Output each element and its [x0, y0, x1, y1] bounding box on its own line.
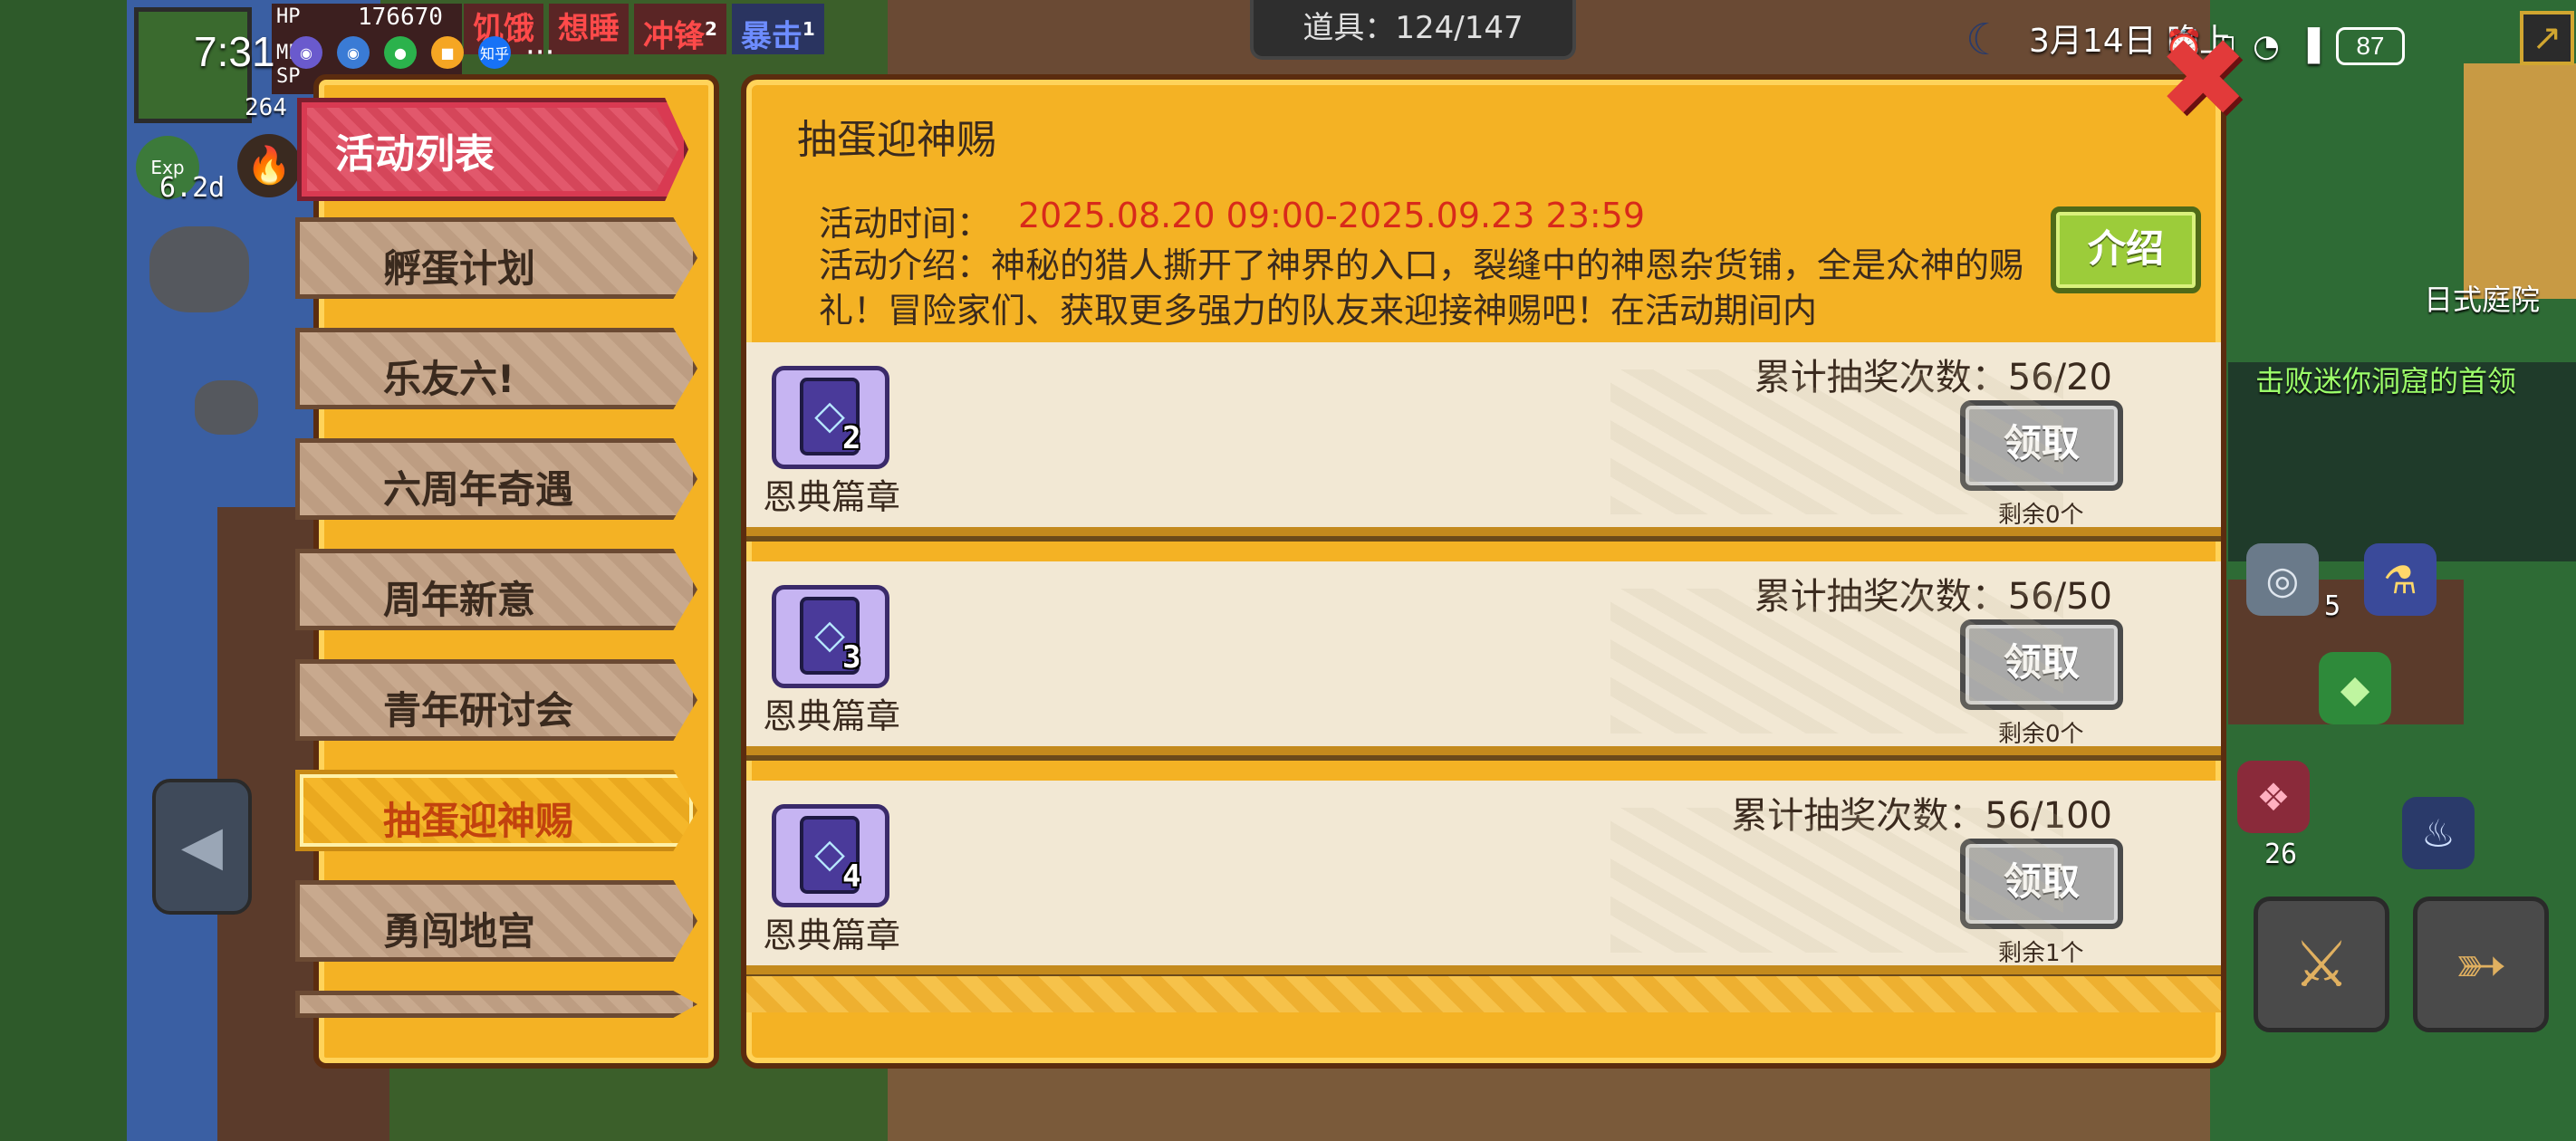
activity-item-label: 乐友六! — [383, 357, 515, 401]
reward-row: ◇ 2 恩典篇章 累计抽奖次数：56/20 领取 剩余0个 — [746, 342, 2221, 536]
activity-description: 活动介绍：神秘的猎人撕开了神界的入口，裂缝中的神恩杂货铺，全是众神的赐礼！冒险家… — [819, 245, 2024, 331]
reward-name: 恩典篇章 — [763, 916, 901, 955]
intro-button[interactable]: 介绍 — [2051, 206, 2201, 293]
sword-skill-icon[interactable]: ⚔ — [2254, 896, 2389, 1032]
item-count: 5 — [2324, 590, 2341, 622]
status-time: 7:31 — [194, 28, 275, 75]
bow-skill-icon[interactable]: ➳ — [2413, 896, 2549, 1032]
draw-count: 累计抽奖次数：56/100 — [1731, 795, 2112, 837]
rock — [195, 380, 258, 435]
activity-detail-panel: 抽蛋迎神赐 活动时间： 2025.08.20 09:00-2025.09.23 … — [741, 74, 2226, 1069]
activity-list-title: 活动列表 — [335, 131, 495, 177]
potion-icon[interactable]: ⚗ — [2364, 543, 2437, 616]
panel-bottom-decoration — [746, 976, 2221, 1012]
quest-tracker[interactable]: 击败迷你洞窟的首领 — [2255, 359, 2516, 400]
remaining-count: 剩余0个 — [1998, 721, 2084, 748]
claim-button[interactable]: 领取 — [1960, 619, 2123, 710]
fire-icon[interactable]: 🔥 — [237, 134, 301, 197]
remaining-count: 剩余1个 — [1998, 940, 2084, 967]
exp-time: 6.2d — [159, 172, 226, 204]
draw-count: 累计抽奖次数：56/20 — [1754, 357, 2112, 398]
notification-icons: ◉ ◉ ● ■ 知乎 ··· — [290, 36, 554, 69]
close-icon[interactable]: ✖ — [2158, 25, 2249, 134]
activity-item-label: 抽蛋迎神赐 — [383, 799, 574, 843]
gift-icon[interactable]: ❖ — [2237, 761, 2310, 833]
claim-button[interactable]: 领取 — [1960, 839, 2123, 929]
wifi-icon: ◔ — [2253, 28, 2280, 64]
activity-item-label: 青年研讨会 — [383, 688, 574, 733]
activity-item-label: 周年新意 — [383, 578, 536, 622]
signal-icon: ▐ — [2295, 28, 2320, 64]
reward-name: 恩典篇章 — [763, 477, 901, 517]
dpad-left-icon[interactable]: ◀ — [152, 779, 252, 915]
activity-item-le-you-liu[interactable]: 乐友六! — [295, 328, 697, 409]
draw-count: 累计抽奖次数：56/50 — [1754, 576, 2112, 618]
reward-row: ◇ 4 恩典篇章 累计抽奖次数：56/100 领取 剩余1个 — [746, 781, 2221, 974]
card-icon[interactable]: ◇ — [772, 804, 889, 907]
activity-time-label: 活动时间： — [819, 204, 992, 244]
reward-quantity: 3 — [842, 639, 861, 676]
activity-item-label: 勇闯地宫 — [383, 909, 536, 954]
remaining-count: 剩余0个 — [1998, 502, 2084, 529]
reward-name: 恩典篇章 — [763, 696, 901, 736]
grass-area — [0, 0, 127, 1141]
wechat-icon: ● — [384, 36, 417, 69]
reward-row: ◇ 3 恩典篇章 累计抽奖次数：56/50 领取 剩余0个 — [746, 561, 2221, 755]
activity-item-label: 孵蛋计划 — [383, 246, 536, 291]
activity-item-partial[interactable] — [295, 991, 697, 1018]
reward-quantity: 4 — [842, 858, 861, 895]
activity-title: 抽蛋迎神赐 — [797, 117, 996, 163]
gift-count: 26 — [2264, 839, 2298, 870]
activity-item-youth-seminar[interactable]: 青年研讨会 — [295, 659, 697, 741]
activity-item-anniversary-new[interactable]: 周年新意 — [295, 549, 697, 630]
app-notification-icon: ◉ — [290, 36, 322, 69]
battery-icon: 87 — [2335, 27, 2405, 65]
flame-skill-icon[interactable]: ♨ — [2402, 797, 2475, 869]
activity-item-dungeon[interactable]: 勇闯地宫 — [295, 880, 697, 962]
app-notification-icon: ◉ — [337, 36, 370, 69]
gem-icon[interactable]: ◆ — [2319, 652, 2391, 724]
camera-icon[interactable]: ◎ — [2246, 543, 2319, 616]
zhihu-icon: 知乎 — [478, 36, 511, 69]
activity-item-hatch-plan[interactable]: 孵蛋计划 — [295, 217, 697, 299]
activity-item-sixth-anniversary[interactable]: 六周年奇遇 — [295, 438, 697, 520]
more-notifications-icon: ··· — [525, 34, 555, 71]
claim-button[interactable]: 领取 — [1960, 400, 2123, 491]
card-icon[interactable]: ◇ — [772, 585, 889, 688]
card-icon[interactable]: ◇ — [772, 366, 889, 469]
reward-quantity: 2 — [842, 420, 861, 456]
activity-item-label: 六周年奇遇 — [383, 467, 574, 512]
activity-time-value: 2025.08.20 09:00-2025.09.23 23:59 — [1018, 196, 1646, 235]
activity-item-gacha-blessing[interactable]: 抽蛋迎神赐 — [295, 770, 697, 851]
rock — [149, 226, 249, 312]
app-notification-icon: ■ — [431, 36, 464, 69]
map-location-label: 日式庭院 — [2424, 283, 2541, 317]
